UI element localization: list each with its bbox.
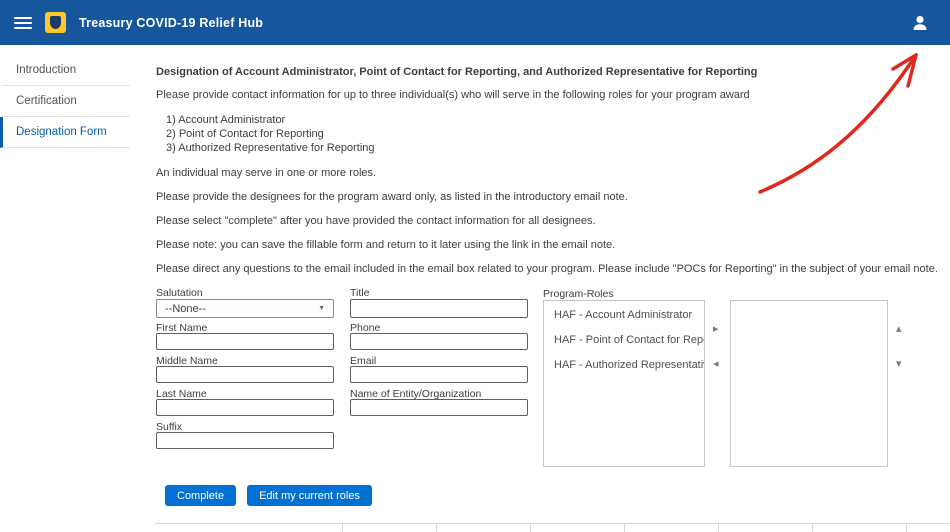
last-name-field[interactable] [156,399,334,416]
designation-form: Salutation --None-- ▼ First Name Middle … [156,287,926,471]
chevron-down-icon: ▼ [318,305,325,312]
roles-list: 1) Account Administrator 2) Point of Con… [166,113,950,155]
complete-button[interactable]: Complete [165,485,236,506]
sidebar-item-label: Introduction [16,64,76,76]
treasury-seal-icon [45,12,66,33]
move-up-icon[interactable]: ▴ [894,322,904,337]
move-down-icon[interactable]: ▾ [894,357,904,372]
table-cell [437,524,531,532]
program-roles-label: Program-Roles [543,288,614,300]
intro-paragraph: Please provide contact information for u… [156,89,950,101]
app-title: Treasury COVID-19 Relief Hub [79,16,263,30]
table-cell [813,524,907,532]
sidebar: Introduction Certification Designation F… [0,45,130,148]
move-right-icon[interactable]: ▸ [711,322,721,337]
sidebar-item-certification[interactable]: Certification [0,86,130,117]
roles-list-item: 1) Account Administrator [166,113,950,127]
entity-field[interactable] [350,399,528,416]
suffix-field[interactable] [156,432,334,449]
middle-name-field[interactable] [156,366,334,383]
page-title: Designation of Account Administrator, Po… [156,66,950,78]
contacts-table [155,523,950,532]
salutation-label: Salutation [156,287,203,299]
note-paragraph: An individual may serve in one or more r… [156,167,950,179]
table-cell [343,524,437,532]
roles-list-item: 2) Point of Contact for Reporting [166,127,950,141]
main-content: Designation of Account Administrator, Po… [130,45,950,532]
action-buttons: Complete Edit my current roles [165,485,950,506]
note-paragraph: Please provide the designees for the pro… [156,191,950,203]
roles-list-item: 3) Authorized Representative for Reporti… [166,141,950,155]
available-roles-listbox[interactable]: HAF - Account Administrator HAF - Point … [543,300,705,467]
salutation-select[interactable]: --None-- ▼ [156,299,334,318]
table-cell [719,524,813,532]
sidebar-item-label: Certification [16,95,77,107]
sidebar-item-designation-form[interactable]: Designation Form [0,117,130,148]
phone-field[interactable] [350,333,528,350]
sidebar-item-introduction[interactable]: Introduction [0,55,130,86]
note-paragraph: Please select "complete" after you have … [156,215,950,227]
selected-roles-listbox[interactable] [730,300,888,467]
email-field[interactable] [350,366,528,383]
page: Treasury COVID-19 Relief Hub Introductio… [0,0,950,532]
first-name-field[interactable] [156,333,334,350]
title-field[interactable] [350,299,528,318]
title-label: Title [350,287,369,299]
move-left-icon[interactable]: ◂ [711,357,721,372]
app-header: Treasury COVID-19 Relief Hub [0,0,950,45]
note-paragraph: Please note: you can save the fillable f… [156,239,950,251]
user-icon[interactable] [910,13,930,33]
role-option[interactable]: HAF - Authorized Representative fo... [544,351,704,376]
role-option[interactable]: HAF - Account Administrator [544,301,704,326]
table-cell [531,524,625,532]
table-cell [625,524,719,532]
note-paragraph: Please direct any questions to the email… [156,263,950,275]
table-cell [907,524,950,532]
edit-roles-button[interactable]: Edit my current roles [247,485,372,506]
table-cell [155,524,343,532]
salutation-selected-value: --None-- [165,303,206,315]
menu-icon[interactable] [14,14,32,32]
sidebar-item-label: Designation Form [16,126,107,138]
role-option[interactable]: HAF - Point of Contact for Reporting [544,326,704,351]
